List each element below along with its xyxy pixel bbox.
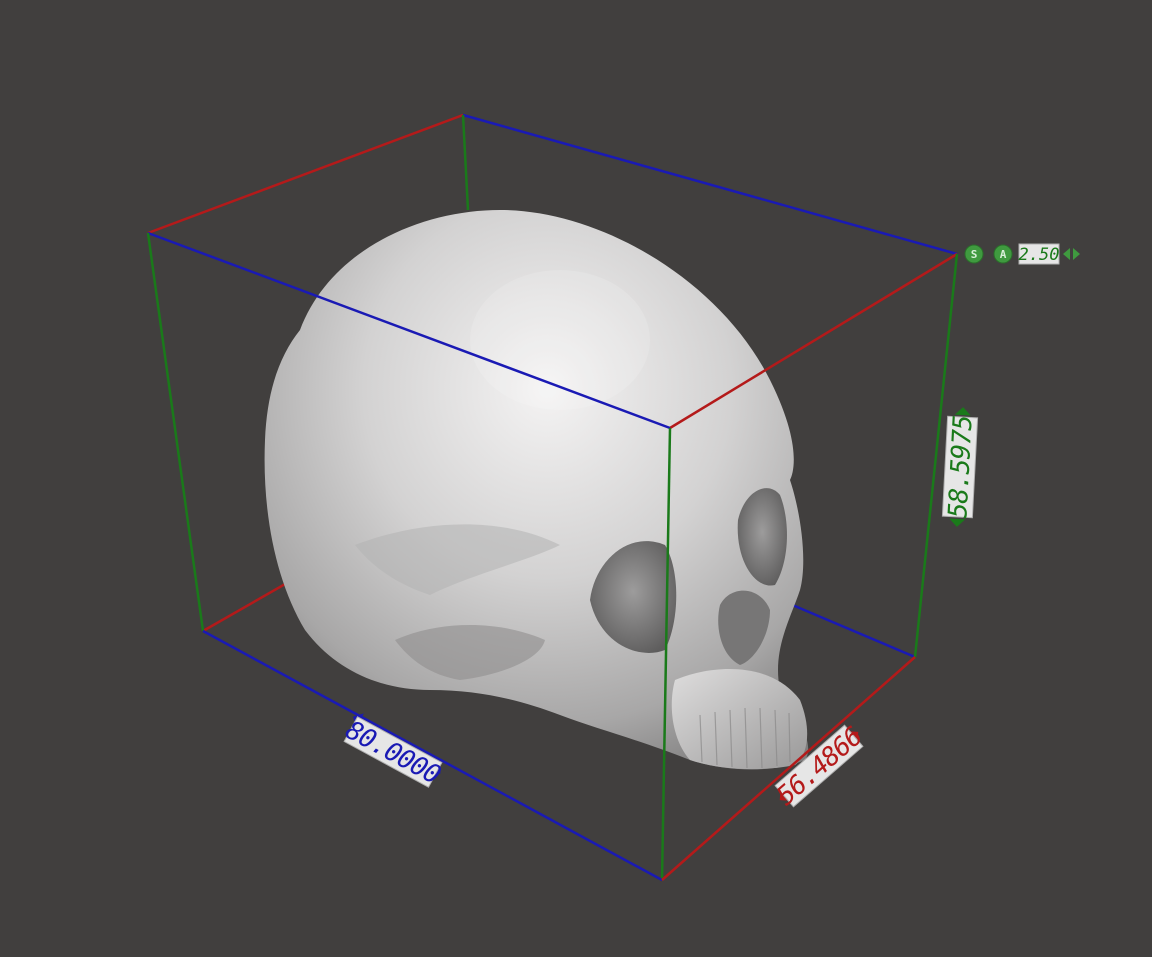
3d-viewport[interactable]: 80.0000 56.4866 58.5975 S A 2.50 bbox=[0, 0, 1152, 957]
height-value: 58.5975 bbox=[943, 415, 978, 519]
triangle-right-icon[interactable] bbox=[1073, 248, 1080, 260]
auto-button-label: A bbox=[1000, 248, 1007, 261]
triangle-left-icon[interactable] bbox=[1063, 248, 1070, 260]
maxilla-teeth bbox=[671, 668, 808, 770]
height-arrow-down-icon[interactable] bbox=[949, 518, 966, 528]
step-value: 2.50 bbox=[1019, 245, 1060, 265]
height-dimension-widget[interactable]: 58.5975 bbox=[941, 406, 979, 528]
skull-mesh-model[interactable] bbox=[264, 210, 809, 770]
scale-button-label: S bbox=[971, 248, 978, 261]
scale-button[interactable]: S bbox=[964, 244, 984, 264]
height-arrow-up-icon[interactable] bbox=[954, 407, 971, 416]
width-dimension-widget[interactable]: 80.0000 bbox=[340, 710, 449, 791]
scale-controls: S A 2.50 bbox=[964, 243, 1080, 265]
specular-highlight bbox=[470, 270, 650, 410]
auto-button[interactable]: A bbox=[993, 244, 1013, 264]
